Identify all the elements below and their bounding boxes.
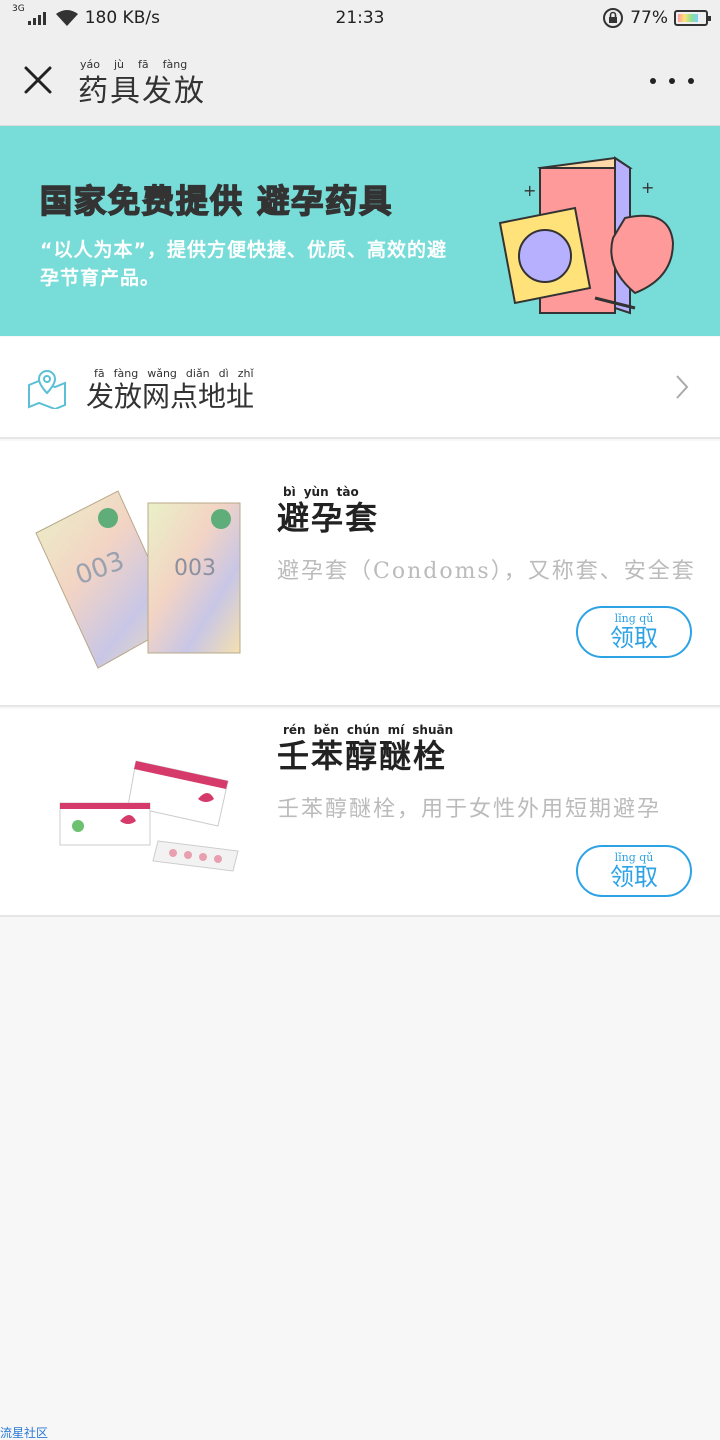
close-icon[interactable] (18, 60, 58, 100)
button-pinyin: lǐng qǔ (614, 612, 654, 625)
watermark: 流星社区 (0, 1426, 49, 1440)
banner-title-part: 国家 (39, 181, 109, 221)
banner-title-part: 提供 (175, 181, 245, 221)
chevron-right-icon (676, 375, 689, 399)
page-title: 药具发放 (78, 74, 206, 109)
banner-description: “以人为本”，提供方便快捷、优质、高效的避孕节育产品。 (40, 239, 447, 289)
dot (650, 78, 656, 84)
distribution-address-row[interactable]: fā fàng wǎng diǎn dì zhǐ 发放网点地址 (0, 337, 720, 439)
product-name: 壬苯醇醚栓 (277, 737, 448, 775)
signal-icon (27, 12, 46, 25)
suppository-box-image (59, 760, 239, 872)
contraceptive-illustration: + + (498, 156, 675, 315)
network-type: 3G (12, 4, 25, 14)
nav-bar: yáo jù fā fàng 药具发放 (0, 36, 720, 126)
product-description: 避孕套（Condoms），又称套、安全套 (277, 559, 696, 584)
battery-icon (674, 10, 711, 26)
claim-button[interactable]: lǐng qǔ 领取 (576, 845, 692, 897)
promo-banner: 国家免费提供 避孕药具 “以人为本”，提供方便快捷、优质、高效的避孕节育产品。 … (0, 126, 720, 336)
svg-text:+: + (523, 181, 536, 200)
clock: 21:33 (335, 8, 385, 28)
banner-title-highlight: 避孕 (256, 181, 326, 221)
box-label: 003 (174, 556, 216, 581)
condom-box-image: 003 003 (35, 490, 241, 669)
banner-title: 国家免费提供 避孕药具 (39, 176, 394, 222)
more-options-button[interactable] (650, 66, 694, 96)
product-description: 壬苯醇醚栓，用于女性外用短期避孕 (277, 797, 662, 822)
product-item-suppository[interactable]: rén běn chún mí shuān 壬苯醇醚栓 壬苯醇醚栓，用于女性外用… (0, 709, 720, 917)
status-bar: 3G 180 KB/s 21:33 77% (0, 0, 720, 36)
product-item-condoms[interactable]: 003 003 bì yùn tào 避孕套 避孕套（Condoms），又称套、… (0, 441, 720, 707)
wifi-icon (55, 10, 78, 26)
location-map-icon (28, 369, 66, 409)
product-name: 避孕套 (277, 499, 380, 537)
rotation-lock-icon (603, 8, 624, 28)
claim-button[interactable]: lǐng qǔ 领取 (576, 606, 692, 658)
network-speed: 180 KB/s (84, 8, 160, 28)
dot (669, 78, 675, 84)
address-label: 发放网点地址 (86, 380, 255, 413)
dot (688, 78, 694, 84)
button-pinyin: lǐng qǔ (614, 851, 654, 864)
svg-text:+: + (641, 178, 654, 197)
banner-title-highlight: 免费 (107, 181, 177, 221)
battery-percent: 77% (630, 8, 668, 28)
banner-title-part: 药具 (324, 181, 394, 221)
